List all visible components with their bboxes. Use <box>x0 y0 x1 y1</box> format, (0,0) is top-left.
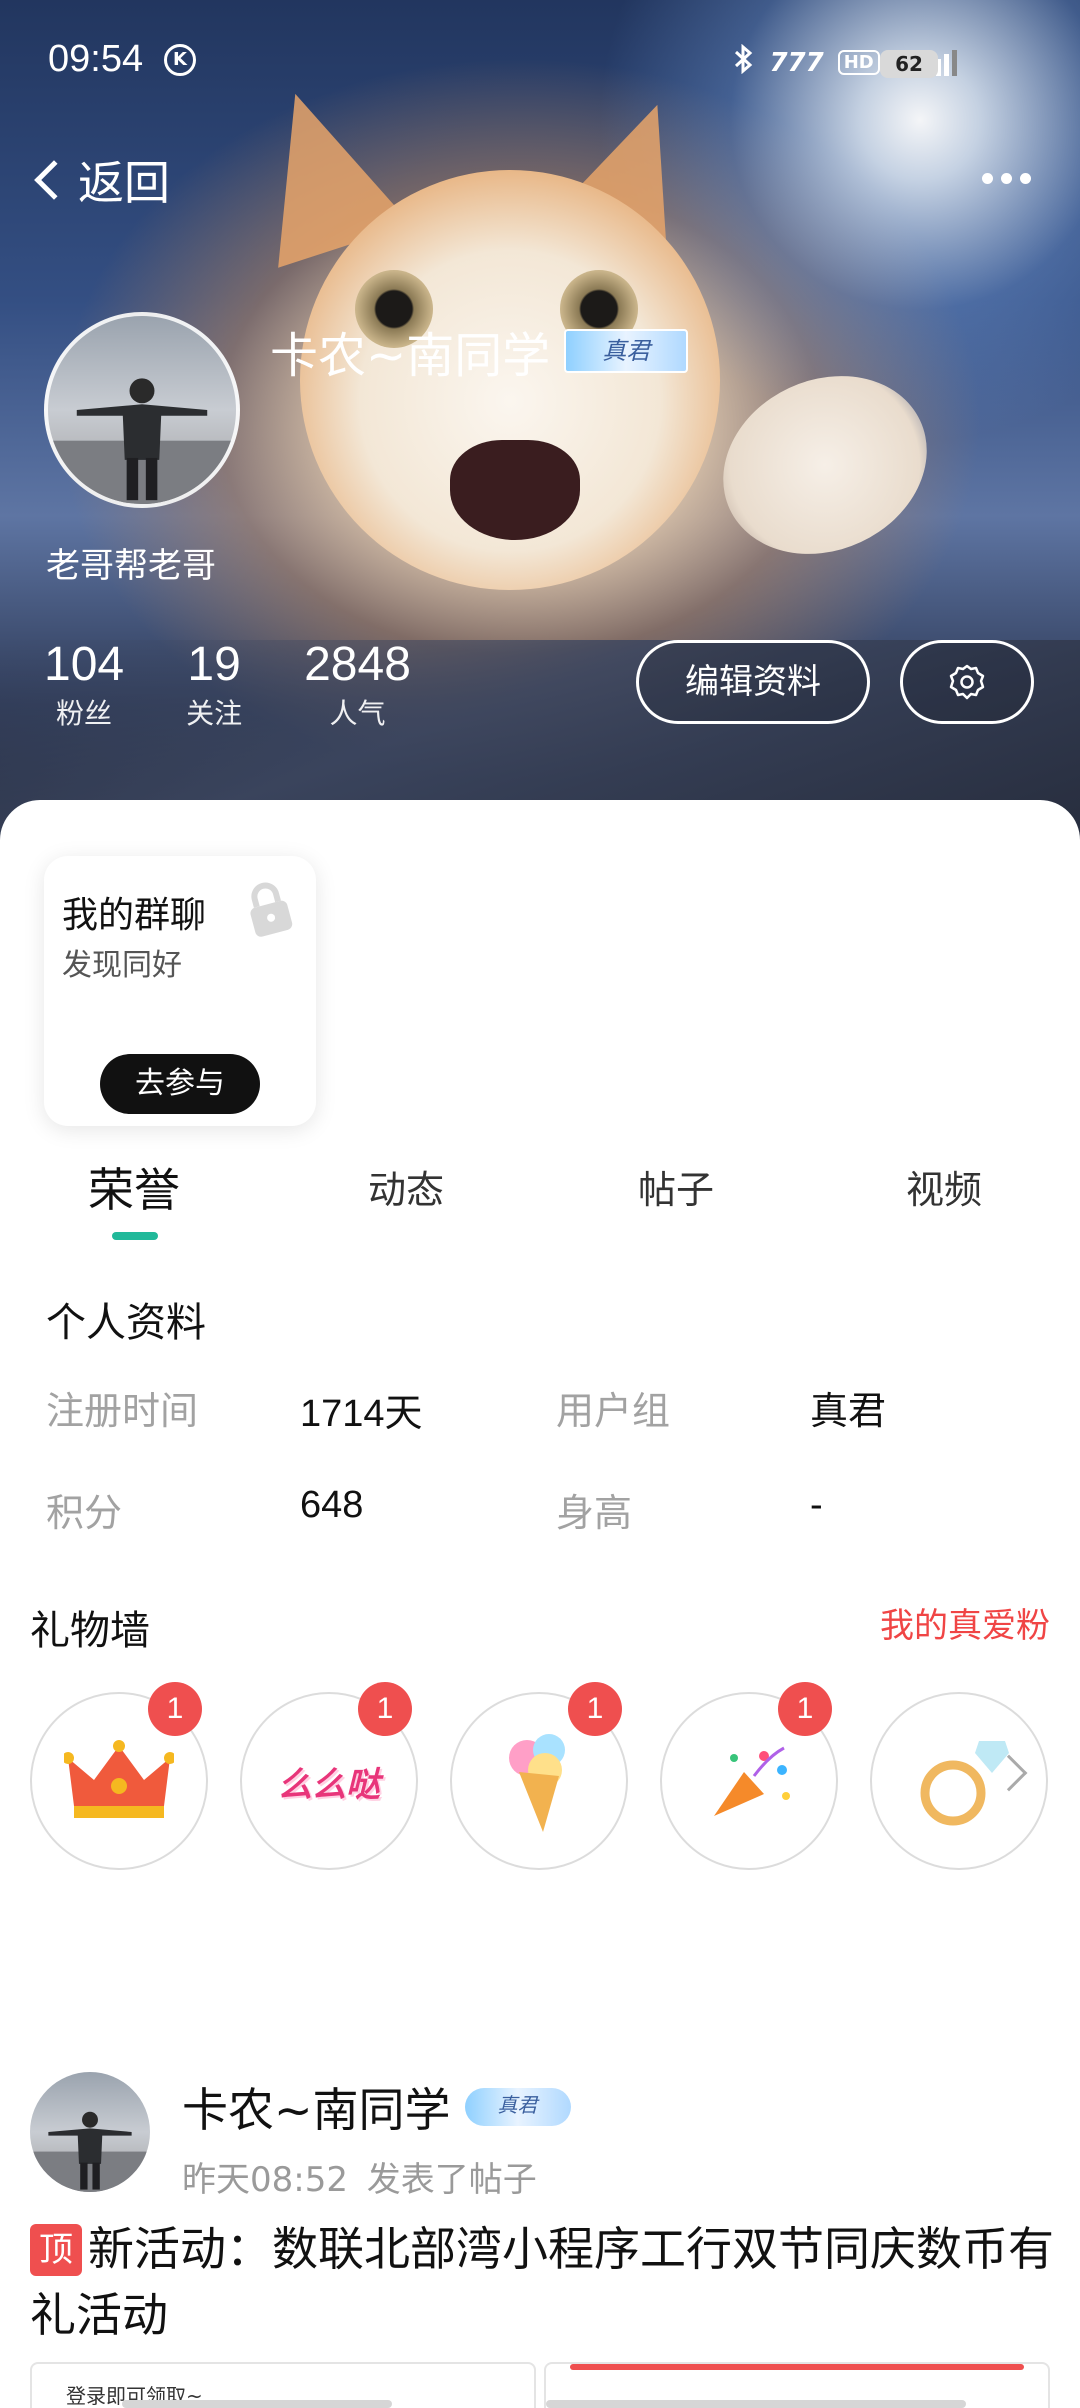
stat-following[interactable]: 19 关注 <box>186 636 242 734</box>
chevron-left-icon <box>34 160 74 200</box>
bluetooth-icon <box>733 43 755 81</box>
post-title-text: 新活动：数联北部湾小程序工行双节同庆数币有礼活动 <box>30 2222 1054 2342</box>
hd-icon: HD <box>837 50 880 75</box>
info-value-register-time: 1714天 <box>300 1393 423 1435</box>
stat-value: 2848 <box>304 638 411 691</box>
stat-value: 19 <box>187 638 241 691</box>
stat-label: 粉丝 <box>56 697 113 730</box>
info-label-register-time: 注册时间 <box>46 1389 199 1433</box>
pinned-tag: 顶 <box>30 2224 82 2276</box>
profile-stats: 104 粉丝 19 关注 2848 人气 <box>44 636 473 734</box>
more-dot <box>1001 172 1012 184</box>
avatar[interactable] <box>44 312 240 508</box>
avatar-person-image <box>30 2111 150 2192</box>
gift-item[interactable]: 1 <box>660 1682 838 1870</box>
post-time: 昨天08:52 <box>182 2160 348 2200</box>
post-author-name[interactable]: 卡农~南同学 <box>182 2074 451 2140</box>
post-card-bar <box>546 2400 966 2408</box>
rank-badge[interactable]: 真君 <box>564 329 689 373</box>
post-author-avatar[interactable] <box>30 2072 150 2192</box>
post-card-accent <box>570 2364 1024 2370</box>
more-dot <box>1020 172 1031 184</box>
post-image-card[interactable]: 登录即可领取~ <box>30 2362 536 2408</box>
back-button[interactable]: 返回 <box>30 150 170 210</box>
settings-button[interactable] <box>900 640 1034 724</box>
gift-item[interactable]: 么么哒 1 <box>240 1682 418 1870</box>
party-popper-icon <box>714 1746 790 1816</box>
gear-icon <box>949 664 985 700</box>
cat-paw <box>693 343 957 587</box>
gift-item[interactable] <box>870 1692 1048 1870</box>
stat-fans[interactable]: 104 粉丝 <box>44 636 124 734</box>
post-author-row: 卡农~南同学 真君 <box>182 2074 571 2140</box>
group-chat-subtitle: 发现同好 <box>62 948 182 983</box>
crown-icon <box>64 1740 174 1818</box>
stat-label: 关注 <box>186 697 243 730</box>
post-meta: 昨天08:52 发表了帖子 <box>182 2152 537 2201</box>
status-time: 09:54 <box>48 38 144 80</box>
k-app-icon: K <box>164 44 196 76</box>
ice-cream-icon <box>509 1734 565 1832</box>
profile-signature: 老哥帮老哥 <box>46 546 216 586</box>
post-image-card[interactable] <box>544 2362 1050 2408</box>
info-value-user-group: 真君 <box>810 1391 887 1433</box>
gift-count-badge: 1 <box>148 1682 202 1736</box>
gift-count-badge: 1 <box>568 1682 622 1736</box>
post-title[interactable]: 顶新活动：数联北部湾小程序工行双节同庆数币有礼活动 <box>30 2216 1060 2348</box>
info-label-height: 身高 <box>556 1491 633 1535</box>
status-bar: 09:54 K 777 HD 4G 62 <box>0 0 1080 130</box>
stat-popularity[interactable]: 2848 人气 <box>304 636 411 734</box>
tab-honor[interactable]: 荣誉 <box>24 1160 244 1220</box>
back-label: 返回 <box>78 156 170 210</box>
more-dots-icon <box>982 172 993 184</box>
nfc-icon: 777 <box>769 47 824 78</box>
tab-posts[interactable]: 帖子 <box>566 1160 786 1220</box>
info-value-points: 648 <box>300 1484 364 1526</box>
group-chat-title: 我的群聊 <box>62 895 207 936</box>
avatar-person-image <box>48 378 236 504</box>
cat-mouth <box>450 440 580 540</box>
edit-profile-button[interactable]: 编辑资料 <box>636 640 870 724</box>
gift-count-badge: 1 <box>358 1682 412 1736</box>
memeda-sticker-icon: 么么哒 <box>278 1764 380 1805</box>
profile-tabs: 荣誉 动态 帖子 视频 <box>0 1160 1080 1240</box>
post-rank-badge: 真君 <box>464 2088 571 2126</box>
info-label-user-group: 用户组 <box>556 1389 671 1433</box>
post-card-bar <box>122 2400 392 2408</box>
group-chat-card[interactable]: 我的群聊 发现同好 去参与 <box>44 856 316 1126</box>
diamond-ring-icon <box>920 1741 1009 1826</box>
gift-wall-title: 礼物墙 <box>30 1608 150 1654</box>
personal-info-title: 个人资料 <box>46 1300 206 1346</box>
post-action: 发表了帖子 <box>366 2160 537 2200</box>
true-fans-link[interactable]: 我的真爱粉 <box>880 1598 1050 1647</box>
info-label-points: 积分 <box>46 1491 123 1535</box>
profile-username-row: 卡农~南同学 真君 <box>270 316 689 386</box>
gift-item[interactable]: 1 <box>450 1682 628 1870</box>
join-group-button[interactable]: 去参与 <box>100 1054 260 1114</box>
tab-videos[interactable]: 视频 <box>834 1160 1054 1220</box>
stat-value: 104 <box>44 638 125 691</box>
stat-label: 人气 <box>329 697 386 730</box>
active-tab-indicator <box>112 1232 158 1240</box>
lock-icon <box>250 882 293 937</box>
profile-username: 卡农~南同学 <box>270 328 551 384</box>
gift-count-badge: 1 <box>778 1682 832 1736</box>
info-value-height: - <box>810 1484 823 1526</box>
more-options-button[interactable] <box>982 158 1042 198</box>
battery-icon: 62 <box>880 50 938 78</box>
tab-activity[interactable]: 动态 <box>296 1160 516 1220</box>
gift-item[interactable]: 1 <box>30 1682 208 1870</box>
